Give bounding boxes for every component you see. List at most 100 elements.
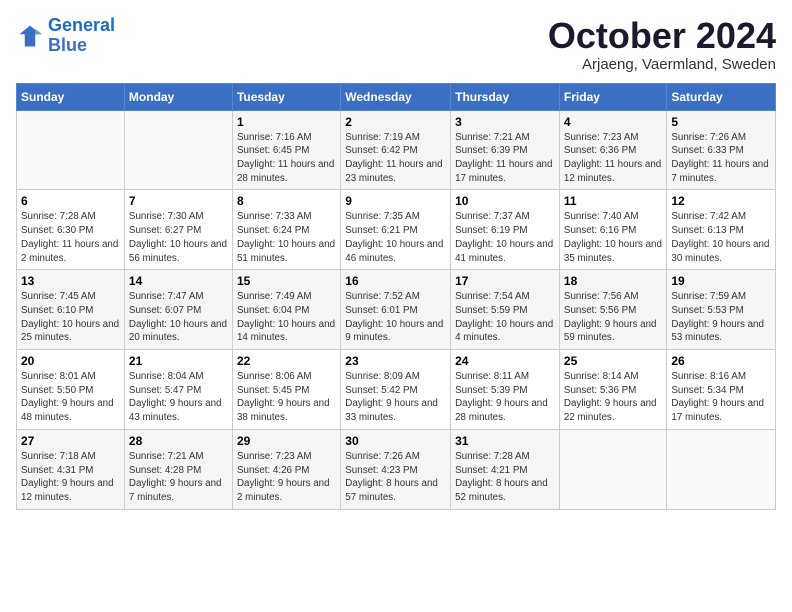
day-number: 10 bbox=[455, 194, 555, 208]
day-info: Sunrise: 7:54 AM Sunset: 5:59 PM Dayligh… bbox=[455, 290, 555, 345]
day-info: Sunrise: 7:23 AM Sunset: 6:36 PM Dayligh… bbox=[564, 131, 662, 186]
calendar-day-cell bbox=[667, 429, 776, 509]
day-info: Sunrise: 7:26 AM Sunset: 6:33 PM Dayligh… bbox=[671, 131, 771, 186]
month-title: October 2024 bbox=[548, 16, 776, 56]
day-number: 22 bbox=[237, 354, 336, 368]
logo-blue: Blue bbox=[48, 35, 87, 55]
calendar-day-cell: 22 Sunrise: 8:06 AM Sunset: 5:45 PM Dayli… bbox=[232, 350, 340, 430]
day-info: Sunrise: 7:28 AM Sunset: 6:30 PM Dayligh… bbox=[21, 210, 120, 265]
calendar-day-cell bbox=[559, 429, 666, 509]
logo-general: General bbox=[48, 15, 115, 35]
day-number: 15 bbox=[237, 274, 336, 288]
weekday-header-cell: Tuesday bbox=[232, 83, 340, 110]
weekday-header-cell: Monday bbox=[124, 83, 232, 110]
day-info: Sunrise: 7:26 AM Sunset: 4:23 PM Dayligh… bbox=[345, 450, 446, 505]
day-info: Sunrise: 8:14 AM Sunset: 5:36 PM Dayligh… bbox=[564, 370, 662, 425]
calendar-day-cell: 9 Sunrise: 7:35 AM Sunset: 6:21 PM Daylig… bbox=[341, 190, 451, 270]
day-info: Sunrise: 7:33 AM Sunset: 6:24 PM Dayligh… bbox=[237, 210, 336, 265]
day-info: Sunrise: 7:45 AM Sunset: 6:10 PM Dayligh… bbox=[21, 290, 120, 345]
weekday-header-cell: Friday bbox=[559, 83, 666, 110]
calendar-day-cell: 21Sunrise: 8:04 AM Sunset: 5:47 PM Dayli… bbox=[124, 350, 232, 430]
calendar-day-cell: 30Sunrise: 7:26 AM Sunset: 4:23 PM Dayli… bbox=[341, 429, 451, 509]
weekday-header-cell: Sunday bbox=[17, 83, 125, 110]
calendar-day-cell: 23 Sunrise: 8:09 AM Sunset: 5:42 PM Dayli… bbox=[341, 350, 451, 430]
calendar-week-row: 6 Sunrise: 7:28 AM Sunset: 6:30 PM Daylig… bbox=[17, 190, 776, 270]
calendar-table: SundayMondayTuesdayWednesdayThursdayFrid… bbox=[16, 83, 776, 510]
day-info: Sunrise: 8:09 AM Sunset: 5:42 PM Dayligh… bbox=[345, 370, 446, 425]
logo-icon bbox=[16, 22, 44, 50]
calendar-day-cell: 26 Sunrise: 8:16 AM Sunset: 5:34 PM Dayli… bbox=[667, 350, 776, 430]
day-info: Sunrise: 7:35 AM Sunset: 6:21 PM Dayligh… bbox=[345, 210, 446, 265]
day-info: Sunrise: 7:52 AM Sunset: 6:01 PM Dayligh… bbox=[345, 290, 446, 345]
calendar-day-cell: 18 Sunrise: 7:56 AM Sunset: 5:56 PM Dayli… bbox=[559, 270, 666, 350]
day-info: Sunrise: 7:42 AM Sunset: 6:13 PM Dayligh… bbox=[671, 210, 771, 265]
calendar-week-row: 27 Sunrise: 7:18 AM Sunset: 4:31 PM Dayli… bbox=[17, 429, 776, 509]
day-info: Sunrise: 8:11 AM Sunset: 5:39 PM Dayligh… bbox=[455, 370, 555, 425]
day-info: Sunrise: 8:06 AM Sunset: 5:45 PM Dayligh… bbox=[237, 370, 336, 425]
calendar-day-cell: 17Sunrise: 7:54 AM Sunset: 5:59 PM Dayli… bbox=[451, 270, 560, 350]
calendar-day-cell: 3 Sunrise: 7:21 AM Sunset: 6:39 PM Daylig… bbox=[451, 110, 560, 190]
day-number: 6 bbox=[21, 194, 120, 208]
calendar-day-cell: 13 Sunrise: 7:45 AM Sunset: 6:10 PM Dayli… bbox=[17, 270, 125, 350]
calendar-day-cell: 11Sunrise: 7:40 AM Sunset: 6:16 PM Dayli… bbox=[559, 190, 666, 270]
weekday-header-cell: Wednesday bbox=[341, 83, 451, 110]
calendar-day-cell: 8 Sunrise: 7:33 AM Sunset: 6:24 PM Daylig… bbox=[232, 190, 340, 270]
day-number: 23 bbox=[345, 354, 446, 368]
day-number: 29 bbox=[237, 434, 336, 448]
day-info: Sunrise: 8:16 AM Sunset: 5:34 PM Dayligh… bbox=[671, 370, 771, 425]
calendar-day-cell: 12 Sunrise: 7:42 AM Sunset: 6:13 PM Dayli… bbox=[667, 190, 776, 270]
day-number: 13 bbox=[21, 274, 120, 288]
day-number: 20 bbox=[21, 354, 120, 368]
calendar-day-cell: 7Sunrise: 7:30 AM Sunset: 6:27 PM Daylig… bbox=[124, 190, 232, 270]
calendar-day-cell bbox=[17, 110, 125, 190]
day-number: 26 bbox=[671, 354, 771, 368]
weekday-header-row: SundayMondayTuesdayWednesdayThursdayFrid… bbox=[17, 83, 776, 110]
calendar-day-cell: 19 Sunrise: 7:59 AM Sunset: 5:53 PM Dayli… bbox=[667, 270, 776, 350]
day-info: Sunrise: 7:49 AM Sunset: 6:04 PM Dayligh… bbox=[237, 290, 336, 345]
day-info: Sunrise: 7:23 AM Sunset: 4:26 PM Dayligh… bbox=[237, 450, 336, 505]
day-number: 12 bbox=[671, 194, 771, 208]
calendar-day-cell: 1 Sunrise: 7:16 AM Sunset: 6:45 PM Daylig… bbox=[232, 110, 340, 190]
calendar-day-cell: 25Sunrise: 8:14 AM Sunset: 5:36 PM Dayli… bbox=[559, 350, 666, 430]
day-info: Sunrise: 7:56 AM Sunset: 5:56 PM Dayligh… bbox=[564, 290, 662, 345]
location-subtitle: Arjaeng, Vaermland, Sweden bbox=[548, 56, 776, 73]
day-info: Sunrise: 7:16 AM Sunset: 6:45 PM Dayligh… bbox=[237, 131, 336, 186]
calendar-week-row: 1 Sunrise: 7:16 AM Sunset: 6:45 PM Daylig… bbox=[17, 110, 776, 190]
calendar-day-cell: 2Sunrise: 7:19 AM Sunset: 6:42 PM Daylig… bbox=[341, 110, 451, 190]
day-number: 18 bbox=[564, 274, 662, 288]
calendar-day-cell: 28 Sunrise: 7:21 AM Sunset: 4:28 PM Dayli… bbox=[124, 429, 232, 509]
day-number: 8 bbox=[237, 194, 336, 208]
day-number: 9 bbox=[345, 194, 446, 208]
day-info: Sunrise: 7:47 AM Sunset: 6:07 PM Dayligh… bbox=[129, 290, 228, 345]
day-info: Sunrise: 7:21 AM Sunset: 4:28 PM Dayligh… bbox=[129, 450, 228, 505]
day-info: Sunrise: 8:01 AM Sunset: 5:50 PM Dayligh… bbox=[21, 370, 120, 425]
day-info: Sunrise: 7:59 AM Sunset: 5:53 PM Dayligh… bbox=[671, 290, 771, 345]
day-number: 16 bbox=[345, 274, 446, 288]
day-number: 1 bbox=[237, 115, 336, 129]
logo-text: General Blue bbox=[48, 16, 115, 56]
day-number: 31 bbox=[455, 434, 555, 448]
weekday-header-cell: Thursday bbox=[451, 83, 560, 110]
calendar-day-cell: 24Sunrise: 8:11 AM Sunset: 5:39 PM Dayli… bbox=[451, 350, 560, 430]
calendar-day-cell: 10 Sunrise: 7:37 AM Sunset: 6:19 PM Dayli… bbox=[451, 190, 560, 270]
weekday-header-cell: Saturday bbox=[667, 83, 776, 110]
day-number: 7 bbox=[129, 194, 228, 208]
calendar-body: 1 Sunrise: 7:16 AM Sunset: 6:45 PM Daylig… bbox=[17, 110, 776, 509]
calendar-day-cell: 27 Sunrise: 7:18 AM Sunset: 4:31 PM Dayli… bbox=[17, 429, 125, 509]
calendar-day-cell: 4Sunrise: 7:23 AM Sunset: 6:36 PM Daylig… bbox=[559, 110, 666, 190]
day-number: 2 bbox=[345, 115, 446, 129]
day-info: Sunrise: 7:18 AM Sunset: 4:31 PM Dayligh… bbox=[21, 450, 120, 505]
calendar-day-cell bbox=[124, 110, 232, 190]
day-info: Sunrise: 8:04 AM Sunset: 5:47 PM Dayligh… bbox=[129, 370, 228, 425]
day-number: 19 bbox=[671, 274, 771, 288]
calendar-day-cell: 20 Sunrise: 8:01 AM Sunset: 5:50 PM Dayli… bbox=[17, 350, 125, 430]
calendar-day-cell: 14Sunrise: 7:47 AM Sunset: 6:07 PM Dayli… bbox=[124, 270, 232, 350]
day-number: 3 bbox=[455, 115, 555, 129]
title-block: October 2024 Arjaeng, Vaermland, Sweden bbox=[548, 16, 776, 73]
day-number: 27 bbox=[21, 434, 120, 448]
day-info: Sunrise: 7:37 AM Sunset: 6:19 PM Dayligh… bbox=[455, 210, 555, 265]
day-info: Sunrise: 7:21 AM Sunset: 6:39 PM Dayligh… bbox=[455, 131, 555, 186]
day-number: 5 bbox=[671, 115, 771, 129]
day-number: 28 bbox=[129, 434, 228, 448]
day-info: Sunrise: 7:28 AM Sunset: 4:21 PM Dayligh… bbox=[455, 450, 555, 505]
